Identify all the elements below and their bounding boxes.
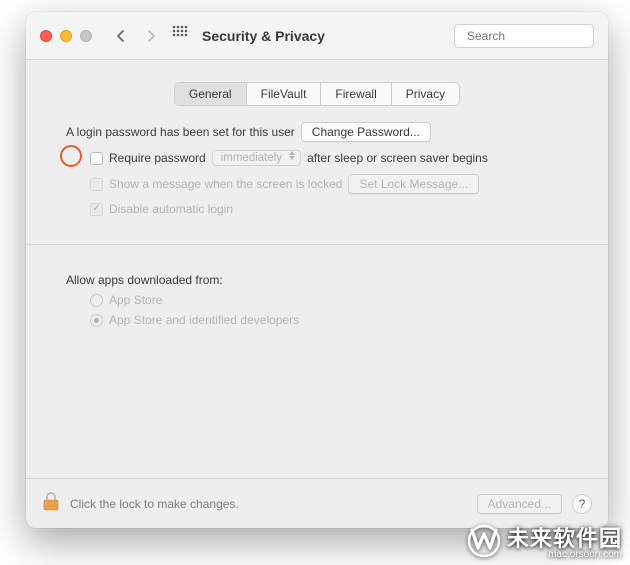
- watermark: 未来软件园 mac.orsoon.com: [467, 524, 622, 563]
- show-message-checkbox: [90, 178, 103, 191]
- require-password-suffix: after sleep or screen saver begins: [307, 151, 488, 165]
- require-password-row: Require password immediately after sleep…: [66, 150, 568, 166]
- watermark-logo-icon: [467, 524, 501, 563]
- show-message-label: Show a message when the screen is locked: [109, 177, 342, 191]
- allow-apps-title: Allow apps downloaded from:: [66, 273, 568, 287]
- radio-app-store: [90, 294, 103, 307]
- highlight-circle-icon: [60, 145, 82, 167]
- minimize-window-button[interactable]: [60, 30, 72, 42]
- watermark-sub: mac.orsoon.com: [507, 550, 622, 560]
- footer: Click the lock to make changes. Advanced…: [26, 478, 608, 528]
- window-controls: [40, 30, 92, 42]
- radio-identified-developers: [90, 314, 103, 327]
- tab-general[interactable]: General: [175, 83, 247, 105]
- disable-auto-login-row: Disable automatic login: [66, 202, 568, 216]
- require-password-checkbox[interactable]: [90, 152, 103, 165]
- page-title: Security & Privacy: [202, 28, 325, 44]
- back-button[interactable]: [110, 25, 132, 47]
- search-field[interactable]: [454, 24, 594, 48]
- divider: [26, 244, 608, 245]
- search-input[interactable]: [467, 29, 608, 43]
- tab-firewall[interactable]: Firewall: [321, 83, 391, 105]
- tab-filevault[interactable]: FileVault: [247, 83, 322, 105]
- close-window-button[interactable]: [40, 30, 52, 42]
- require-password-label: Require password: [109, 151, 206, 165]
- forward-button: [140, 25, 162, 47]
- login-password-row: A login password has been set for this u…: [66, 122, 568, 142]
- zoom-window-button: [80, 30, 92, 42]
- radio-identified-developers-label: App Store and identified developers: [109, 313, 299, 327]
- help-button[interactable]: ?: [572, 494, 592, 514]
- tab-bar: General FileVault Firewall Privacy: [26, 82, 608, 106]
- show-message-row: Show a message when the screen is locked…: [66, 174, 568, 194]
- change-password-button[interactable]: Change Password...: [301, 122, 431, 142]
- content-area: A login password has been set for this u…: [26, 122, 608, 478]
- lock-icon[interactable]: [42, 492, 60, 515]
- radio-app-store-label: App Store: [109, 293, 162, 307]
- preferences-window: Security & Privacy General FileVault Fir…: [26, 12, 608, 528]
- require-password-delay-select: immediately: [212, 150, 301, 166]
- advanced-button: Advanced...: [477, 494, 562, 514]
- show-all-icon[interactable]: [172, 25, 188, 46]
- titlebar: Security & Privacy: [26, 12, 608, 60]
- login-password-text: A login password has been set for this u…: [66, 125, 295, 139]
- disable-auto-login-label: Disable automatic login: [109, 202, 233, 216]
- allow-apps-option-appstore: App Store: [66, 293, 568, 307]
- allow-apps-option-identified: App Store and identified developers: [66, 313, 568, 327]
- watermark-main: 未来软件园: [507, 528, 622, 550]
- tab-privacy[interactable]: Privacy: [392, 83, 459, 105]
- disable-auto-login-checkbox: [90, 203, 103, 216]
- set-lock-message-button: Set Lock Message...: [348, 174, 479, 194]
- lock-text: Click the lock to make changes.: [70, 497, 239, 511]
